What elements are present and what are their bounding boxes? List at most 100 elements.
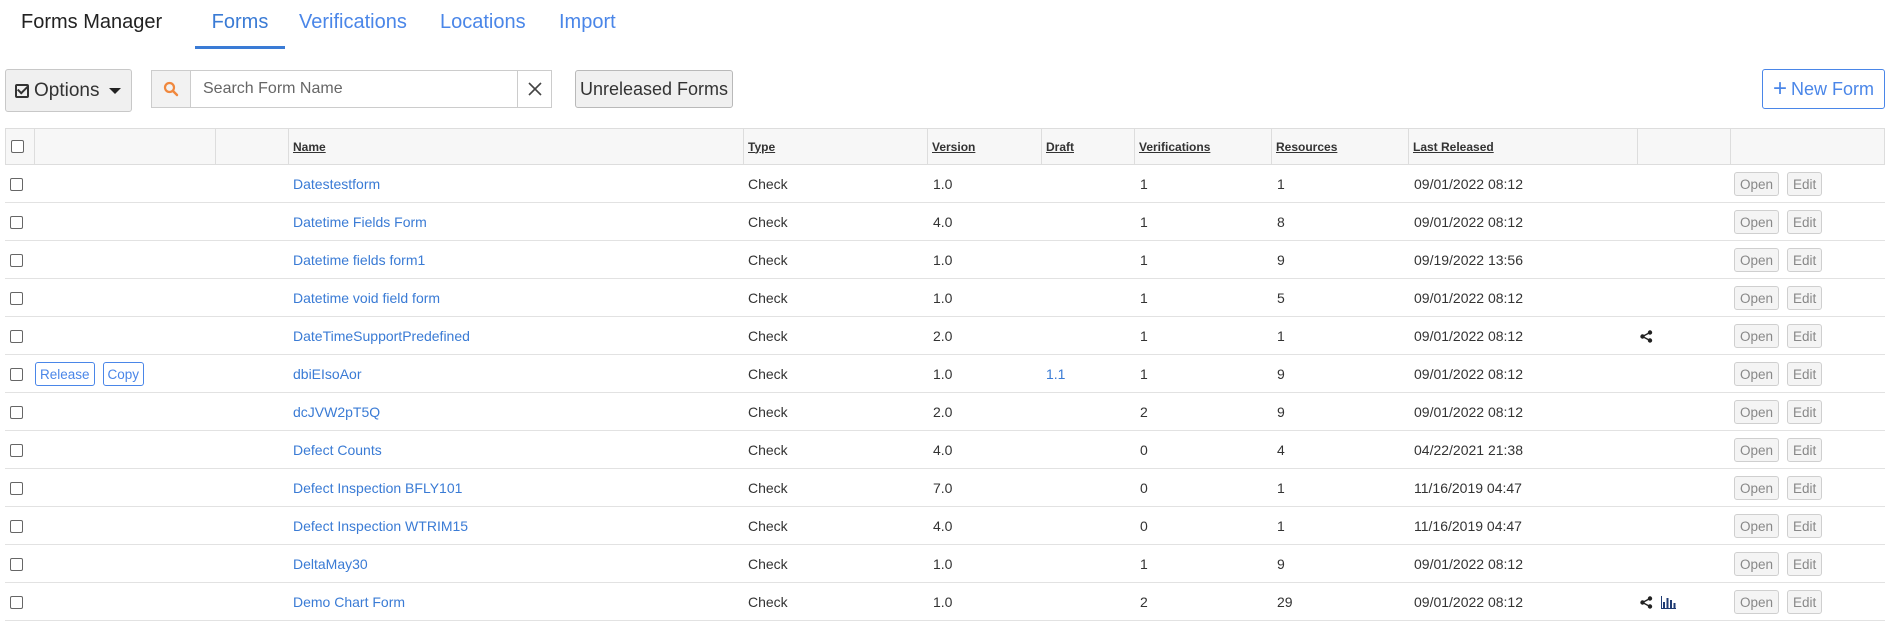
tab-locations[interactable]: Locations: [440, 11, 526, 49]
form-draft[interactable]: 1.1: [1046, 355, 1065, 393]
row-checkbox[interactable]: [10, 443, 23, 457]
form-name-link[interactable]: DateTimeSupportPredefined: [293, 317, 470, 355]
open-button[interactable]: Open: [1734, 248, 1780, 272]
form-version: 1.0: [933, 594, 953, 610]
edit-button[interactable]: Edit: [1787, 210, 1823, 234]
form-type: Check: [748, 328, 788, 344]
open-button[interactable]: Open: [1734, 476, 1780, 500]
edit-button[interactable]: Edit: [1787, 438, 1823, 462]
header-select-cell: [6, 129, 35, 164]
new-form-label: New Form: [1791, 78, 1875, 99]
row-checkbox[interactable]: [10, 329, 23, 343]
table-row: dcJVW2pT5Q Check 2.0 2 9 09/01/2022 08:12 Open…: [5, 393, 1885, 431]
row-buttons-cell: Open Edit: [1734, 165, 1830, 203]
form-name-link[interactable]: dbiEIsoAor: [293, 355, 361, 393]
form-type: Check: [748, 176, 788, 192]
open-button[interactable]: Open: [1734, 324, 1780, 348]
row-checkbox[interactable]: [10, 405, 23, 419]
row-checkbox[interactable]: [10, 291, 23, 305]
row-select-cell: [10, 165, 23, 203]
row-buttons-cell: Open Edit: [1734, 545, 1830, 583]
clear-search-icon[interactable]: [517, 71, 551, 107]
form-name-link[interactable]: Datetime fields form1: [293, 241, 425, 279]
form-version: 1.0: [933, 556, 953, 572]
header-name[interactable]: Name: [289, 129, 744, 164]
form-name-link[interactable]: Defect Inspection BFLY101: [293, 469, 462, 507]
row-checkbox[interactable]: [10, 215, 23, 229]
tab-import[interactable]: Import: [559, 11, 616, 49]
search-form-name-input[interactable]: [191, 71, 517, 107]
release-button[interactable]: Release: [35, 362, 95, 386]
form-resources: 4: [1277, 442, 1285, 458]
edit-button[interactable]: Edit: [1787, 324, 1823, 348]
row-checkbox[interactable]: [10, 481, 23, 495]
edit-button[interactable]: Edit: [1787, 172, 1823, 196]
unreleased-forms-button[interactable]: Unreleased Forms: [575, 70, 733, 108]
row-checkbox[interactable]: [10, 253, 23, 267]
open-button[interactable]: Open: [1734, 362, 1780, 386]
open-button[interactable]: Open: [1734, 172, 1780, 196]
open-button[interactable]: Open: [1734, 286, 1780, 310]
form-version: 1.0: [933, 252, 953, 268]
edit-button[interactable]: Edit: [1787, 476, 1823, 500]
options-label: Options: [34, 79, 100, 101]
table-row: Defect Counts Check 4.0 0 4 04/22/2021 21:38 O…: [5, 431, 1885, 469]
new-form-button[interactable]: + New Form: [1762, 69, 1885, 109]
form-name-link[interactable]: Datestestform: [293, 165, 380, 203]
row-checkbox[interactable]: [10, 595, 23, 609]
plus-icon: +: [1772, 75, 1787, 102]
tab-verifications[interactable]: Verifications: [299, 11, 407, 49]
row-checkbox[interactable]: [10, 367, 23, 381]
open-button[interactable]: Open: [1734, 552, 1780, 576]
row-checkbox[interactable]: [10, 519, 23, 533]
row-checkbox[interactable]: [10, 557, 23, 571]
form-name-link[interactable]: Defect Inspection WTRIM15: [293, 507, 468, 545]
form-name-link[interactable]: DeltaMay30: [293, 545, 368, 583]
form-name-link[interactable]: Demo Chart Form: [293, 583, 405, 621]
open-button[interactable]: Open: [1734, 514, 1780, 538]
form-verifications: 1: [1140, 328, 1148, 344]
edit-button[interactable]: Edit: [1787, 590, 1823, 614]
form-type: Check: [748, 290, 788, 306]
form-verifications: 2: [1140, 594, 1148, 610]
bar-chart-icon[interactable]: [1661, 595, 1676, 609]
tab-forms[interactable]: Forms: [195, 11, 285, 49]
options-dropdown-button[interactable]: Options: [5, 69, 132, 112]
form-name-link[interactable]: Defect Counts: [293, 431, 382, 469]
edit-button[interactable]: Edit: [1787, 248, 1823, 272]
edit-button[interactable]: Edit: [1787, 286, 1823, 310]
form-name-link[interactable]: Datetime Fields Form: [293, 203, 427, 241]
copy-button[interactable]: Copy: [102, 362, 145, 386]
share-icon[interactable]: [1640, 329, 1653, 343]
row-select-cell: [10, 469, 23, 507]
open-button[interactable]: Open: [1734, 400, 1780, 424]
form-last-released: 09/01/2022 08:12: [1414, 556, 1523, 572]
header-verifications[interactable]: Verifications: [1135, 129, 1272, 164]
form-type: Check: [748, 518, 788, 534]
form-last-released: 09/01/2022 08:12: [1414, 328, 1523, 344]
edit-button[interactable]: Edit: [1787, 514, 1823, 538]
row-buttons-cell: Open Edit: [1734, 203, 1830, 241]
edit-button[interactable]: Edit: [1787, 552, 1823, 576]
table-row: Datetime fields form1 Check 1.0 1 9 09/19/202…: [5, 241, 1885, 279]
share-icon[interactable]: [1640, 595, 1653, 609]
table-row: Release Copy dbiEIsoAor Check 1.0 1.1 1 9 09/01/…: [5, 355, 1885, 393]
header-version[interactable]: Version: [928, 129, 1042, 164]
select-all-checkbox[interactable]: [11, 140, 24, 153]
open-button[interactable]: Open: [1734, 210, 1780, 234]
search-icon[interactable]: [152, 71, 191, 107]
header-type[interactable]: Type: [744, 129, 928, 164]
form-name-link[interactable]: Datetime void field form: [293, 279, 440, 317]
header-last-released[interactable]: Last Released: [1409, 129, 1638, 164]
form-last-released: 09/01/2022 08:12: [1414, 366, 1523, 382]
header-resources[interactable]: Resources: [1272, 129, 1409, 164]
row-checkbox[interactable]: [10, 177, 23, 191]
row-buttons-cell: Open Edit: [1734, 469, 1830, 507]
edit-button[interactable]: Edit: [1787, 362, 1823, 386]
form-name-link[interactable]: dcJVW2pT5Q: [293, 393, 380, 431]
open-button[interactable]: Open: [1734, 438, 1780, 462]
row-select-cell: [10, 279, 23, 317]
header-draft[interactable]: Draft: [1042, 129, 1135, 164]
open-button[interactable]: Open: [1734, 590, 1780, 614]
edit-button[interactable]: Edit: [1787, 400, 1823, 424]
